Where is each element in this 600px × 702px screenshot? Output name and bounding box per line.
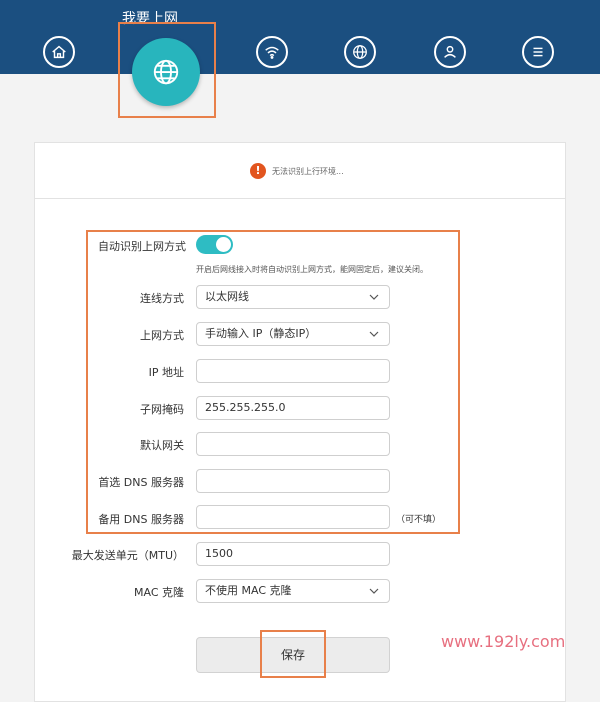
chevron-down-icon bbox=[369, 331, 379, 337]
status-message: 无法识别上行环境... bbox=[272, 167, 344, 176]
connection-label: 连线方式 bbox=[140, 292, 184, 305]
mask-field[interactable]: 255.255.255.0 bbox=[196, 396, 390, 420]
mac-value: 不使用 MAC 克隆 bbox=[205, 584, 292, 597]
dns1-label: 首选 DNS 服务器 bbox=[98, 476, 184, 489]
home-icon[interactable] bbox=[43, 36, 75, 68]
gateway-field[interactable] bbox=[196, 432, 390, 456]
top-nav-bar bbox=[0, 0, 600, 74]
dns2-field[interactable] bbox=[196, 505, 390, 529]
dns2-label: 备用 DNS 服务器 bbox=[98, 513, 184, 526]
mtu-field[interactable]: 1500 bbox=[196, 542, 390, 566]
dns1-field[interactable] bbox=[196, 469, 390, 493]
auto-detect-label: 自动识别上网方式 bbox=[98, 240, 186, 253]
menu-icon[interactable] bbox=[522, 36, 554, 68]
globe-settings-icon[interactable] bbox=[344, 36, 376, 68]
auto-detect-hint: 开启后网线接入时将自动识别上网方式，能网固定后，建议关闭。 bbox=[196, 265, 428, 274]
globe-icon[interactable] bbox=[132, 38, 200, 106]
dns2-optional-note: （可不填） bbox=[396, 515, 442, 525]
gateway-label: 默认网关 bbox=[140, 439, 184, 452]
mac-label: MAC 克隆 bbox=[134, 586, 184, 599]
alert-icon: ! bbox=[250, 163, 266, 179]
toggle-knob bbox=[216, 237, 231, 252]
method-label: 上网方式 bbox=[140, 329, 184, 342]
method-select[interactable]: 手动输入 IP（静态IP） bbox=[196, 322, 390, 346]
connection-value: 以太网线 bbox=[205, 290, 249, 303]
chevron-down-icon bbox=[369, 588, 379, 594]
method-value: 手动输入 IP（静态IP） bbox=[205, 327, 317, 340]
ip-label: IP 地址 bbox=[148, 366, 184, 379]
chevron-down-icon bbox=[369, 294, 379, 300]
mac-select[interactable]: 不使用 MAC 克隆 bbox=[196, 579, 390, 603]
mask-label: 子网掩码 bbox=[140, 403, 184, 416]
save-button-label[interactable]: 保存 bbox=[260, 630, 326, 678]
mtu-label: 最大发送单元（MTU） bbox=[71, 549, 184, 562]
user-icon[interactable] bbox=[434, 36, 466, 68]
ip-field[interactable] bbox=[196, 359, 390, 383]
wifi-icon[interactable] bbox=[256, 36, 288, 68]
watermark: www.192ly.com bbox=[441, 632, 566, 651]
connection-select[interactable]: 以太网线 bbox=[196, 285, 390, 309]
